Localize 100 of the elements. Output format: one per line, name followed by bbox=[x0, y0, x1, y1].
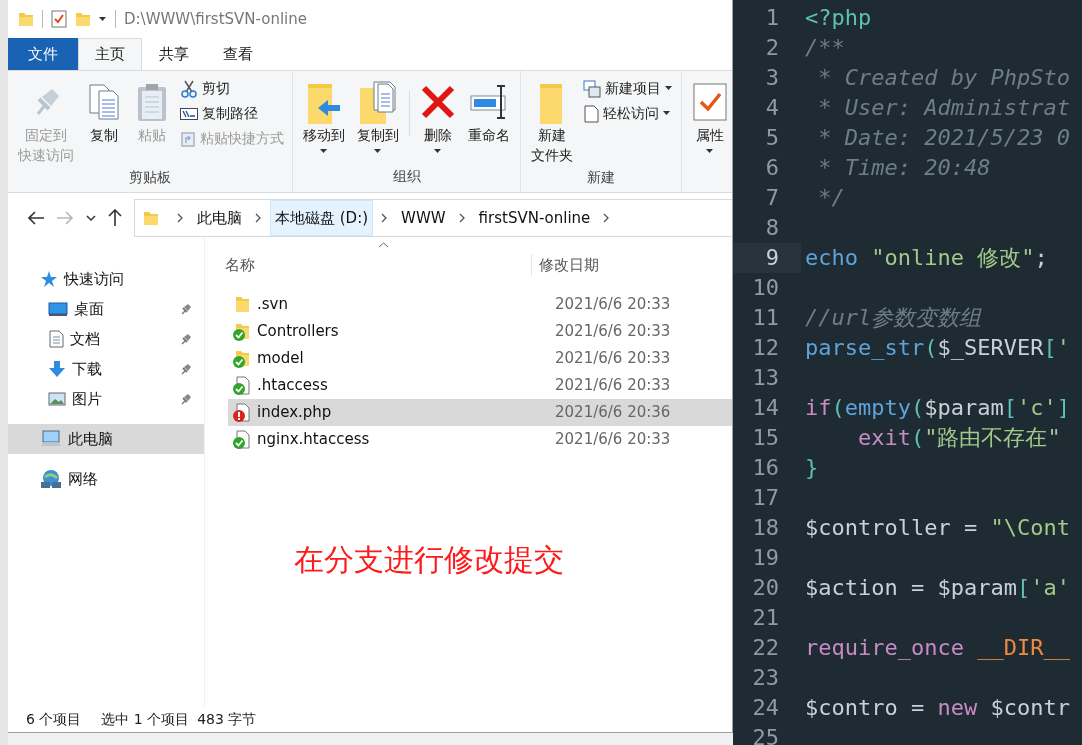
breadcrumb[interactable]: firstSVN-online bbox=[473, 200, 596, 236]
scissors-icon bbox=[180, 79, 198, 98]
line-number: 19 bbox=[751, 544, 780, 572]
file-menu-tab[interactable]: 文件 bbox=[8, 38, 78, 70]
copy-to-button[interactable]: 复制到 bbox=[353, 77, 403, 166]
code-line: /** bbox=[804, 34, 845, 62]
ribbon-tab[interactable]: 主页 bbox=[78, 38, 142, 70]
line-number: 7 bbox=[764, 184, 780, 212]
star-icon bbox=[40, 270, 58, 288]
code-line: $contro = new $contr bbox=[804, 694, 1070, 722]
column-header[interactable]: 名称 bbox=[225, 255, 255, 274]
ribbon-tab[interactable]: 共享 bbox=[142, 38, 206, 70]
sidebar-item[interactable]: 下载 bbox=[8, 354, 204, 384]
sidebar-item[interactable]: 此电脑 bbox=[8, 424, 204, 454]
line-number: 3 bbox=[764, 64, 780, 92]
status-text: 483 字节 bbox=[197, 709, 257, 729]
line-number: 6 bbox=[764, 154, 780, 182]
folder-icon bbox=[143, 210, 159, 226]
shortcut-icon bbox=[180, 129, 196, 148]
new-item-icon bbox=[583, 79, 601, 98]
properties-icon bbox=[692, 82, 728, 122]
new-folder-button[interactable]: 新建 文件夹 bbox=[527, 77, 577, 167]
code-line: $controller = "\Cont bbox=[804, 514, 1070, 542]
download-icon bbox=[48, 360, 66, 378]
annotation-text: 在分支进行修改提交 bbox=[293, 541, 565, 579]
network-icon bbox=[40, 469, 62, 489]
line-number: 21 bbox=[751, 604, 780, 632]
back-icon bbox=[28, 210, 45, 226]
chevron-icon[interactable] bbox=[381, 213, 389, 223]
line-number: 9 bbox=[733, 243, 801, 273]
chevron-icon[interactable] bbox=[603, 213, 611, 223]
move-to-button[interactable]: 移动到 bbox=[299, 77, 349, 166]
line-number: 22 bbox=[751, 634, 780, 662]
line-number: 10 bbox=[751, 274, 780, 302]
easy-access-button[interactable]: 轻松访问 bbox=[581, 102, 675, 125]
sidebar-item[interactable]: 图片 bbox=[8, 384, 204, 414]
code-line: $action = $param['a' bbox=[804, 574, 1070, 602]
monitor-icon bbox=[48, 301, 68, 317]
line-number: 20 bbox=[751, 574, 780, 602]
file-row[interactable]: model 2021/6/6 20:33 bbox=[228, 345, 732, 372]
copy-path-button[interactable]: 复制路径 bbox=[178, 102, 286, 125]
rename-button[interactable]: 重命名 bbox=[464, 77, 514, 166]
breadcrumb[interactable]: WWW bbox=[396, 200, 451, 236]
delete-button[interactable]: 删除 bbox=[416, 77, 460, 166]
file-row[interactable]: Controllers 2021/6/6 20:33 bbox=[228, 318, 732, 345]
line-number: 24 bbox=[751, 694, 780, 722]
line-number: 1 bbox=[764, 4, 780, 32]
chevron-icon[interactable] bbox=[177, 213, 184, 223]
line-number: 2 bbox=[764, 34, 780, 62]
sidebar-item[interactable]: 网络 bbox=[8, 464, 204, 494]
caret-icon[interactable] bbox=[99, 16, 107, 22]
file-row[interactable]: .svn 2021/6/6 20:33 bbox=[228, 291, 732, 318]
file-row[interactable]: nginx.htaccess 2021/6/6 20:33 bbox=[228, 426, 732, 453]
line-number: 11 bbox=[751, 304, 780, 332]
line-number: 15 bbox=[751, 424, 780, 452]
line-number: 17 bbox=[751, 484, 780, 512]
picture-icon bbox=[48, 391, 66, 407]
line-number: 4 bbox=[764, 94, 780, 122]
group-label: 新建 bbox=[586, 168, 616, 187]
folder-icon bbox=[18, 11, 34, 27]
line-number: 16 bbox=[751, 454, 780, 482]
breadcrumb[interactable]: 此电脑 bbox=[192, 200, 247, 236]
forward-icon bbox=[57, 210, 74, 226]
page-icon bbox=[583, 104, 599, 123]
code-line: //url参数变数组 bbox=[804, 304, 982, 332]
copy-button[interactable]: 复制 bbox=[82, 77, 126, 167]
code-line: exit("路由不存在" bbox=[856, 424, 1061, 452]
line-number: 23 bbox=[751, 664, 780, 692]
computer-icon bbox=[40, 430, 62, 448]
path-icon bbox=[180, 106, 198, 121]
folder-pages-icon bbox=[358, 80, 398, 124]
line-number: 18 bbox=[751, 514, 780, 542]
line-number: 25 bbox=[751, 724, 780, 745]
group-label: 组织 bbox=[391, 167, 422, 186]
status-text: 选中 1 个项目 bbox=[101, 709, 190, 729]
copy-icon bbox=[86, 83, 122, 121]
sidebar-item[interactable]: 桌面 bbox=[8, 294, 204, 324]
code-line: } bbox=[804, 454, 819, 482]
cut-button[interactable]: 剪切 bbox=[178, 77, 286, 100]
address-bar[interactable]: 此电脑 本地磁盘 (D:) WWW firstSVN-online bbox=[134, 199, 732, 237]
sidebar-item[interactable]: 快速访问 bbox=[8, 264, 204, 294]
recent-icon bbox=[86, 214, 96, 222]
ribbon-tab[interactable]: 查看 bbox=[206, 38, 270, 70]
chevron-icon[interactable] bbox=[458, 213, 466, 223]
code-line: * User: Administrat bbox=[817, 94, 1070, 122]
chevron-icon[interactable] bbox=[255, 213, 262, 223]
breadcrumb[interactable]: 本地磁盘 (D:) bbox=[270, 200, 374, 236]
properties-button[interactable]: 属性 bbox=[688, 77, 732, 166]
delete-icon bbox=[420, 84, 456, 120]
file-row[interactable]: index.php 2021/6/6 20:36 bbox=[228, 399, 732, 426]
file-row[interactable]: .htaccess 2021/6/6 20:33 bbox=[228, 372, 732, 399]
up-icon bbox=[108, 209, 122, 227]
sidebar-item[interactable]: 文档 bbox=[8, 324, 204, 354]
new-item-button[interactable]: 新建项目 bbox=[581, 77, 675, 100]
code-line: if(empty($param['c'] bbox=[804, 394, 1070, 422]
properties-icon[interactable] bbox=[51, 10, 67, 28]
column-header[interactable]: 修改日期 bbox=[539, 255, 599, 274]
code-line: * Time: 20:48 bbox=[817, 154, 991, 182]
code-line: * Date: 2021/5/23 0 bbox=[817, 124, 1070, 152]
line-number: 8 bbox=[764, 214, 780, 242]
